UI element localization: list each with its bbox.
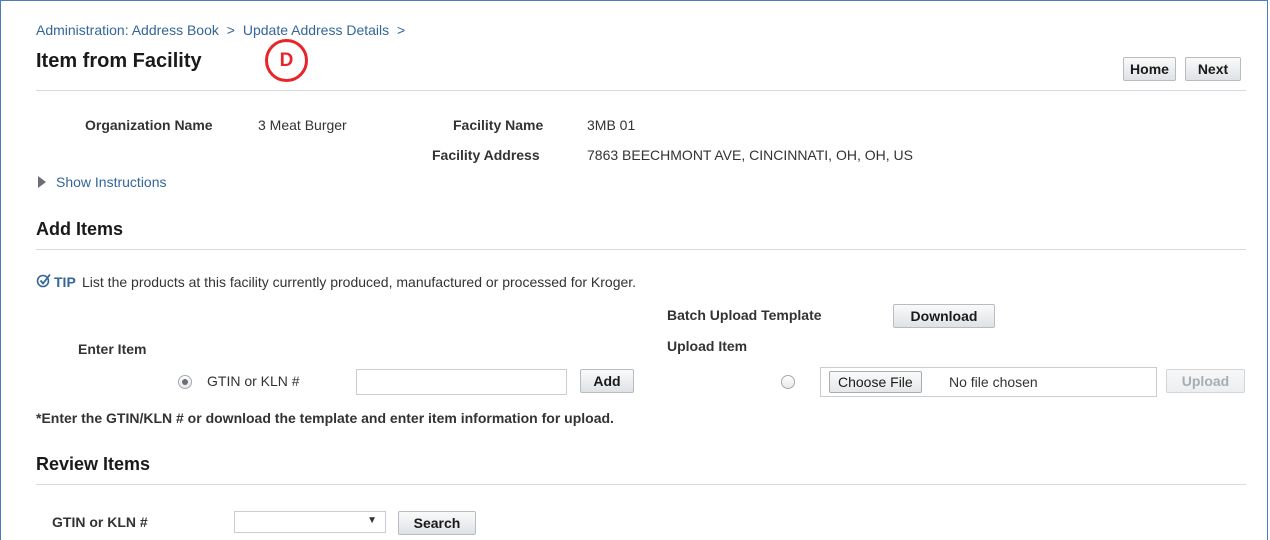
facility-name-value: 3MB 01 — [587, 117, 636, 133]
breadcrumb-separator: > — [397, 22, 406, 38]
review-items-heading: Review Items — [36, 454, 151, 474]
breadcrumb-separator: > — [226, 22, 235, 38]
gtin-filter-select[interactable]: ▼ — [234, 511, 386, 533]
gtin-input[interactable] — [356, 369, 567, 395]
divider — [36, 90, 1246, 91]
file-chooser[interactable]: Choose File No file chosen — [820, 367, 1157, 397]
upload-item-label: Upload Item — [667, 338, 748, 354]
enter-item-label: Enter Item — [78, 341, 147, 357]
facility-name-label: Facility Name — [453, 117, 544, 133]
show-instructions-link[interactable]: Show Instructions — [56, 174, 167, 190]
expand-triangle-icon[interactable] — [38, 176, 46, 188]
page-title: Item from Facility — [36, 50, 202, 72]
breadcrumb-link-update-address[interactable]: Update Address Details — [243, 22, 389, 38]
divider — [36, 484, 1246, 485]
window-frame — [0, 0, 1268, 540]
gtin-radio[interactable] — [178, 375, 192, 389]
add-button[interactable]: Add — [580, 369, 634, 393]
search-button[interactable]: Search — [398, 511, 476, 535]
choose-file-button[interactable]: Choose File — [829, 371, 922, 393]
next-button[interactable]: Next — [1185, 57, 1241, 81]
breadcrumb-link-address-book[interactable]: Administration: Address Book — [36, 22, 219, 38]
add-items-heading: Add Items — [36, 219, 124, 239]
upload-button[interactable]: Upload — [1166, 369, 1245, 393]
gtin-filter-label: GTIN or KLN # — [52, 514, 148, 530]
upload-radio[interactable] — [781, 375, 795, 389]
no-file-text: No file chosen — [949, 374, 1038, 390]
tip-text: List the products at this facility curre… — [82, 274, 637, 290]
batch-upload-template-label: Batch Upload Template — [667, 307, 822, 323]
entry-note: *Enter the GTIN/KLN # or download the te… — [36, 410, 614, 426]
facility-address-label: Facility Address — [432, 147, 540, 163]
organization-name-value: 3 Meat Burger — [258, 117, 347, 133]
tip-label: TIP — [54, 274, 76, 290]
dropdown-arrow-icon: ▼ — [367, 515, 377, 526]
annotation-marker: D — [265, 39, 308, 82]
download-button[interactable]: Download — [893, 304, 995, 328]
gtin-radio-label: GTIN or KLN # — [207, 373, 300, 389]
organization-name-label: Organization Name — [85, 117, 213, 133]
home-button[interactable]: Home — [1123, 57, 1176, 81]
divider — [36, 249, 1246, 250]
facility-address-value: 7863 BEECHMONT AVE, CINCINNATI, OH, OH, … — [587, 147, 913, 163]
breadcrumb: Administration: Address Book > Update Ad… — [36, 22, 405, 38]
tip-check-icon — [36, 272, 52, 292]
